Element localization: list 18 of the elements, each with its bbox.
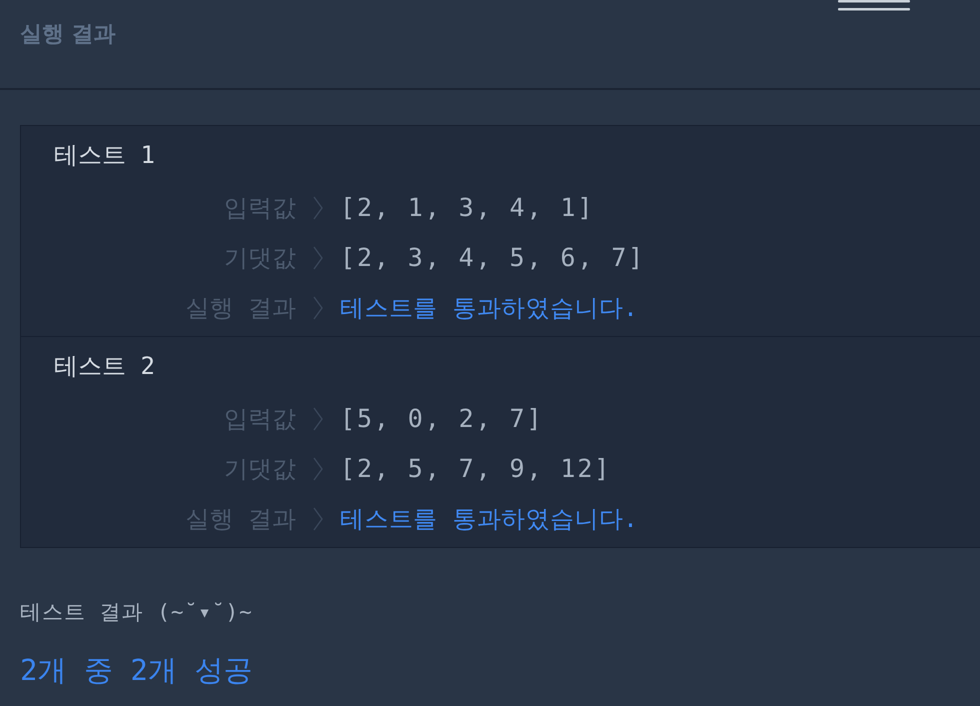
chevron-right-icon — [313, 457, 323, 481]
row-value: [5, 0, 2, 7] — [340, 404, 544, 434]
chevron-right-icon — [313, 507, 323, 531]
drag-handle-icon[interactable] — [838, 0, 910, 11]
test-title: 테스트 1 — [54, 140, 155, 170]
chevron-right-icon — [313, 296, 323, 320]
chevron-right-icon — [313, 407, 323, 431]
row-value: [2, 3, 4, 5, 6, 7] — [340, 243, 646, 273]
row-value: [2, 5, 7, 9, 12] — [340, 454, 612, 484]
chevron-right-icon — [313, 246, 323, 270]
test-title: 테스트 2 — [54, 351, 155, 381]
row-value: [2, 1, 3, 4, 1] — [340, 193, 594, 223]
result-message: 테스트를 통과하였습니다. — [340, 293, 638, 323]
summary-title: 테스트 결과 (~˘▾˘)~ — [20, 599, 253, 626]
summary-result: 2개 중 2개 성공 — [20, 653, 252, 687]
section-title: 실행 결과 — [20, 21, 116, 49]
chevron-right-icon — [313, 196, 323, 220]
result-message: 테스트를 통과하였습니다. — [340, 504, 638, 534]
